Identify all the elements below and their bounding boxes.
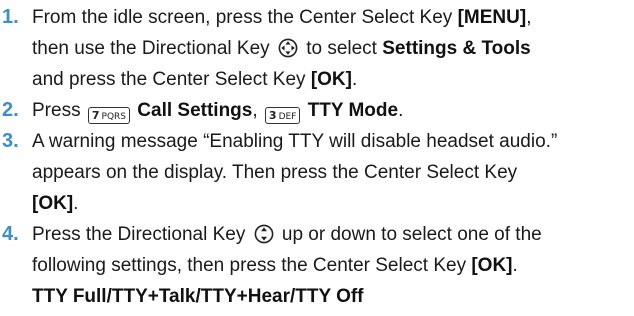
step-number: 2. bbox=[2, 99, 19, 121]
step-text: Press the Directional Key bbox=[32, 224, 251, 245]
instruction-list: 1. From the idle screen, press the Cente… bbox=[0, 0, 634, 316]
key-7-icon: 7 PQRS bbox=[87, 107, 130, 124]
step-text: Press bbox=[32, 100, 86, 121]
key-digit: 7 bbox=[91, 109, 100, 122]
step-text: . bbox=[398, 100, 404, 121]
up-down-key-icon bbox=[254, 224, 273, 244]
step-text: . bbox=[351, 69, 358, 90]
step-line: appears on the display. Then press the C… bbox=[32, 157, 634, 188]
step-text: to select bbox=[300, 38, 383, 59]
step-line: From the idle screen, press the Center S… bbox=[32, 2, 634, 33]
step-line: following settings, then press the Cente… bbox=[32, 250, 634, 281]
ok-key-label: [OK] bbox=[310, 69, 352, 90]
step-number: 1. bbox=[2, 6, 19, 28]
step-2: 2. Press 7 PQRS Call Settings, 3 DEF TTY M… bbox=[2, 95, 634, 126]
step-text: From the idle screen, press the Center S… bbox=[32, 7, 458, 28]
settings-tools-label: Settings & Tools bbox=[382, 38, 531, 59]
step-line: Press the Directional Key up or down to … bbox=[32, 219, 634, 250]
step-number: 4. bbox=[2, 223, 19, 245]
step-text: . bbox=[73, 193, 79, 214]
step-text: , bbox=[252, 100, 263, 121]
step-line: [OK]. bbox=[32, 188, 634, 219]
ok-key-label: [OK] bbox=[32, 193, 74, 214]
directional-pad-icon bbox=[278, 38, 298, 58]
call-settings-label: Call Settings bbox=[137, 100, 253, 121]
step-line: A warning message “Enabling TTY will dis… bbox=[32, 126, 634, 157]
step-text: . bbox=[512, 255, 518, 276]
step-1: 1. From the idle screen, press the Cente… bbox=[2, 2, 634, 95]
step-3: 3. A warning message “Enabling TTY will … bbox=[2, 126, 634, 219]
step-line: TTY Full/TTY+Talk/TTY+Hear/TTY Off bbox=[32, 281, 634, 312]
tty-mode-label: TTY Mode bbox=[307, 100, 399, 121]
step-text: appears on the display. Then press the C… bbox=[32, 162, 518, 183]
key-letters: PQRS bbox=[101, 112, 126, 122]
menu-key-label: [MENU] bbox=[457, 7, 527, 28]
ok-key-label: [OK] bbox=[471, 255, 513, 276]
key-letters: DEF bbox=[278, 112, 297, 122]
step-text: up or down to select one of the bbox=[276, 224, 542, 245]
step-text: then use the Directional Key bbox=[32, 38, 275, 59]
step-text: , bbox=[526, 7, 532, 28]
step-number: 3. bbox=[2, 130, 19, 152]
key-digit: 3 bbox=[268, 109, 277, 122]
step-4: 4. Press the Directional Key up or down … bbox=[2, 219, 634, 312]
step-line: Press 7 PQRS Call Settings, 3 DEF TTY Mode… bbox=[32, 95, 634, 126]
step-text: A warning message “Enabling TTY will dis… bbox=[32, 131, 558, 152]
step-text: and press the Center Select Key bbox=[32, 69, 311, 90]
key-3-icon: 3 DEF bbox=[264, 107, 301, 124]
step-text: following settings, then press the Cente… bbox=[32, 255, 472, 276]
tty-options-label: TTY Full/TTY+Talk/TTY+Hear/TTY Off bbox=[32, 286, 364, 307]
step-line: then use the Directional Key to select S… bbox=[32, 33, 634, 64]
step-line: and press the Center Select Key [OK]. bbox=[32, 64, 634, 95]
